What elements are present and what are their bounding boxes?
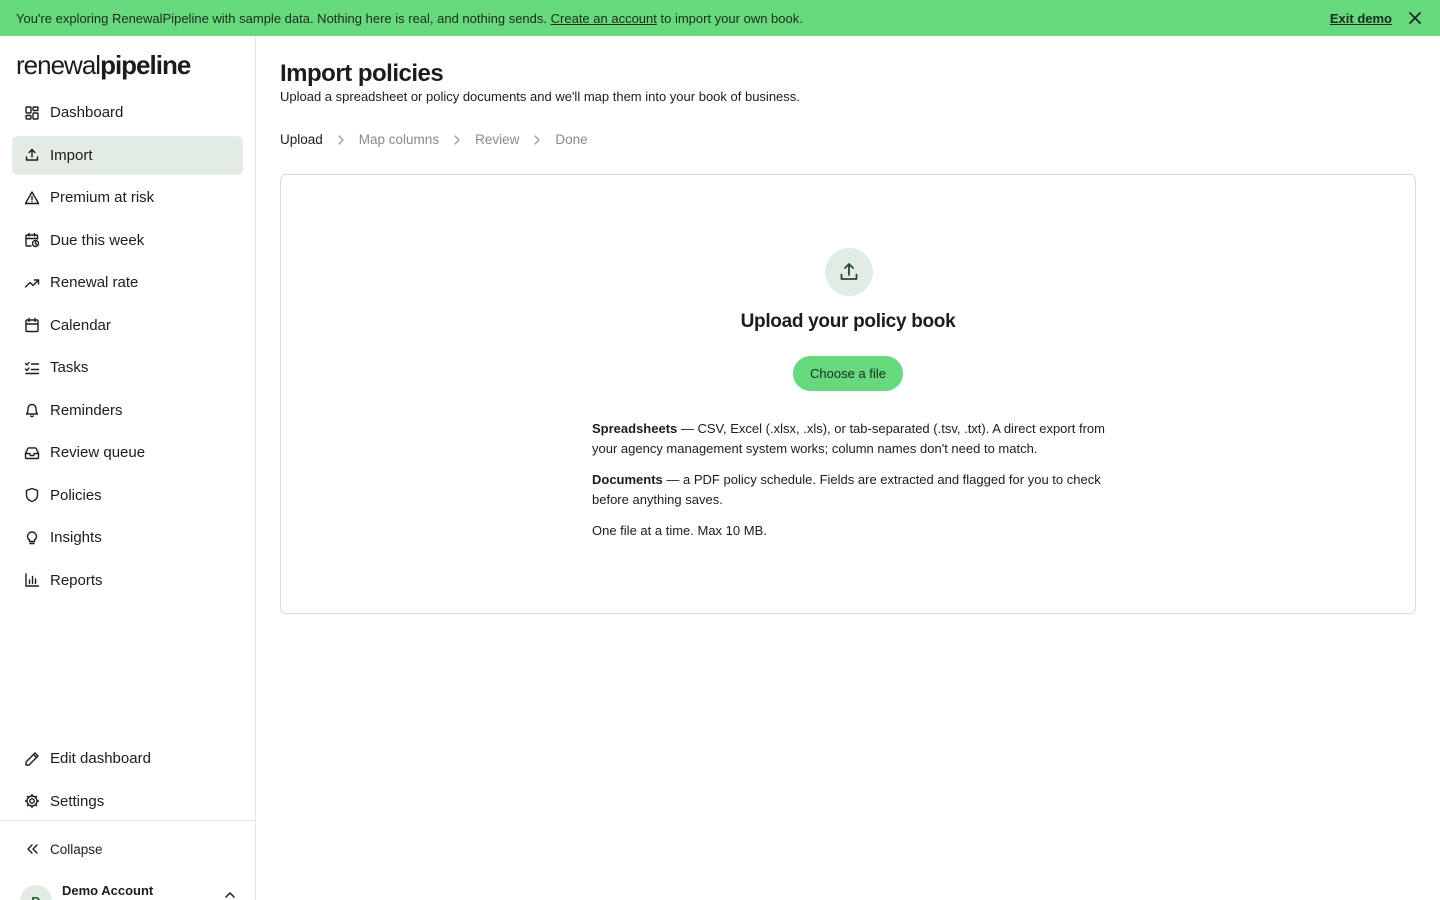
page-subtitle: Upload a spreadsheet or policy documents… [280,89,800,104]
sidebar-item-label: Premium at risk [50,189,155,206]
step-map-columns: Map columns [358,132,440,147]
sidebar-item-label: Dashboard [50,104,124,121]
sidebar-item-label: Due this week [50,231,145,249]
avatar: D [20,885,52,900]
sidebar-item-label: Tasks [50,359,89,376]
sidebar-item-label: Reports [50,571,103,589]
banner-message-prefix: You're exploring RenewalPipeline with sa… [16,10,548,26]
inbox-icon [24,445,40,461]
sidebar-item-review-queue[interactable]: Review queue [12,433,243,472]
banner-message-suffix: to import your own book. [660,10,803,26]
sidebar-item-label: Policies [50,486,102,504]
gear-icon [24,793,40,809]
sidebar-item-import[interactable]: Import [12,135,243,175]
sidebar-nav: Dashboard Import Premium at risk Due thi… [12,93,243,603]
spreadsheets-label: Spreadsheets [592,421,678,436]
bar-chart-icon [24,572,40,588]
spreadsheets-info: Spreadsheets — CSV, Excel (.xlsx, .xls),… [592,419,1112,459]
demo-banner: You're exploring RenewalPipeline with sa… [0,0,1440,36]
sidebar-item-label: Settings [50,792,105,810]
exit-demo-link[interactable]: Exit demo [1330,11,1392,26]
create-account-link[interactable]: Create an account [551,11,657,26]
sidebar-item-policies[interactable]: Policies [12,476,243,515]
sidebar-item-calendar[interactable]: Calendar [12,306,243,345]
calendar-clock-icon [24,232,40,248]
page-title: Import policies [280,60,444,87]
sidebar-item-edit-dashboard[interactable]: Edit dashboard [12,739,243,778]
account-menu[interactable]: D Demo Account [20,881,244,900]
trending-up-icon [24,275,40,291]
logo-part1: renewal [16,50,101,80]
dashboard-icon [24,105,40,121]
sidebar-bottom-nav: Edit dashboard Settings [12,739,243,824]
sidebar-item-reminders[interactable]: Reminders [12,391,243,430]
collapse-button[interactable]: Collapse [24,841,103,857]
sidebar-item-due-this-week[interactable]: Due this week [12,221,243,260]
lightbulb-icon [24,530,40,546]
upload-limits: One file at a time. Max 10 MB. [592,523,767,538]
logo-part2: pipeline [100,50,191,80]
sidebar: renewalpipeline Dashboard Import Premium… [0,36,256,900]
banner-message: You're exploring RenewalPipeline with sa… [16,11,1330,26]
sidebar-item-dashboard[interactable]: Dashboard [12,93,243,132]
step-review: Review [475,132,520,147]
upload-info: Spreadsheets — CSV, Excel (.xlsx, .xls),… [592,419,1112,552]
sidebar-item-insights[interactable]: Insights [12,518,243,557]
upload-title: Upload your policy book [740,311,956,332]
sidebar-item-label: Renewal rate [50,274,139,291]
sidebar-item-label: Insights [50,529,102,546]
sidebar-item-settings[interactable]: Settings [12,782,243,821]
close-icon[interactable] [1406,9,1424,27]
upload-icon [24,147,40,163]
sidebar-divider [0,820,255,821]
account-name: Demo Account [62,883,154,898]
sidebar-item-label: Review queue [50,444,146,461]
sidebar-item-tasks[interactable]: Tasks [12,348,243,387]
collapse-label: Collapse [50,841,103,857]
warning-icon [24,190,40,206]
stepper: Upload Map columns Review Done [280,132,588,147]
documents-text: — a PDF policy schedule. Fields are extr… [592,472,1101,507]
sidebar-item-label: Reminders [50,401,123,419]
step-done: Done [555,132,588,147]
documents-label: Documents [592,472,663,487]
list-checks-icon [24,360,40,376]
pencil-icon [24,751,40,767]
logo[interactable]: renewalpipeline [16,50,191,81]
sidebar-item-reports[interactable]: Reports [12,561,243,600]
chevron-up-icon [222,887,238,900]
sidebar-item-label: Import [50,146,93,164]
chevron-right-icon [334,133,348,147]
sidebar-item-premium-at-risk[interactable]: Premium at risk [12,178,243,217]
upload-dropzone[interactable]: Upload your policy book Choose a file Sp… [280,174,1416,614]
chevron-right-icon [530,133,544,147]
documents-info: Documents — a PDF policy schedule. Field… [592,470,1112,510]
sidebar-item-renewal-rate[interactable]: Renewal rate [12,263,243,302]
shield-icon [24,487,40,503]
calendar-icon [24,317,40,333]
sidebar-item-label: Calendar [50,316,111,334]
chevrons-left-icon [24,841,40,857]
step-upload: Upload [280,132,323,147]
choose-file-button[interactable]: Choose a file [793,356,903,391]
chevron-right-icon [450,133,464,147]
sidebar-item-label: Edit dashboard [50,750,151,767]
upload-icon [825,248,873,296]
bell-icon [24,402,40,418]
